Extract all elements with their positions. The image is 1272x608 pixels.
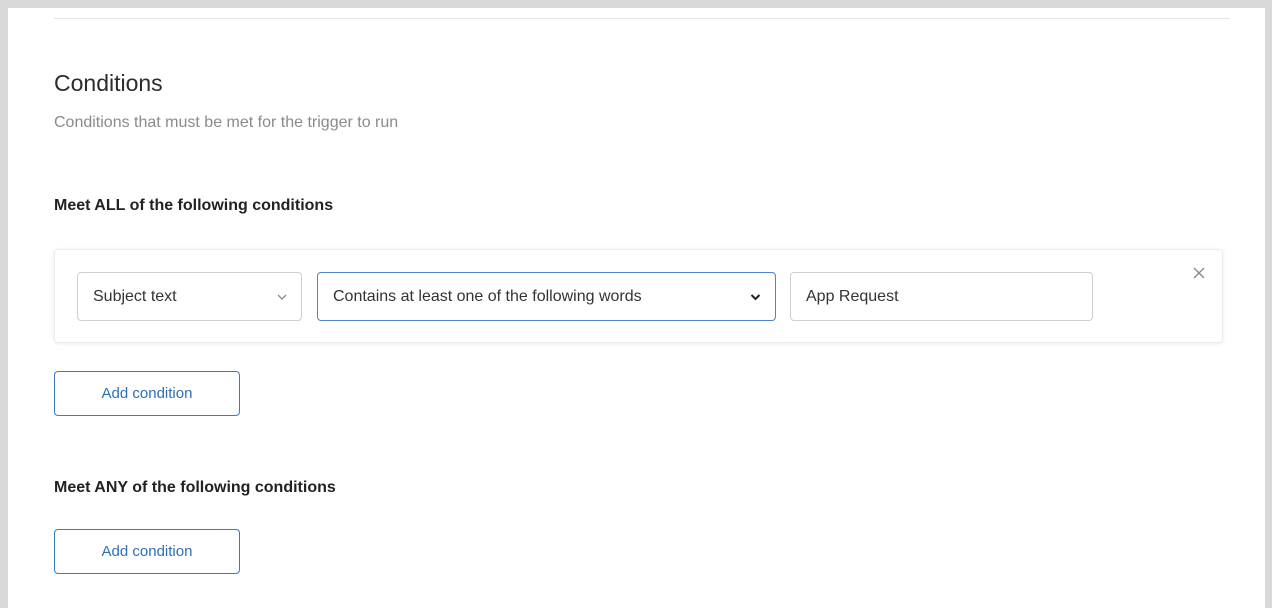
chevron-down-icon (750, 293, 761, 300)
add-all-condition-button[interactable]: Add condition (54, 371, 240, 416)
conditions-panel: Conditions Conditions that must be met f… (8, 8, 1265, 608)
section-subtitle: Conditions that must be met for the trig… (54, 114, 399, 131)
add-any-condition-button[interactable]: Add condition (54, 529, 240, 574)
condition-operator-select[interactable]: Contains at least one of the following w… (317, 272, 776, 321)
section-title: Conditions (54, 70, 163, 96)
close-icon[interactable] (1190, 264, 1208, 282)
condition-field-select[interactable]: Subject text (77, 272, 302, 321)
all-conditions-heading: Meet ALL of the following conditions (54, 197, 334, 214)
any-conditions-heading: Meet ANY of the following conditions (54, 479, 336, 496)
divider (54, 18, 1230, 19)
condition-value-input[interactable] (790, 272, 1093, 321)
condition-row: Subject text Contains at least one of th… (54, 249, 1223, 343)
condition-operator-value: Contains at least one of the following w… (333, 287, 642, 305)
condition-field-value: Subject text (93, 287, 177, 305)
chevron-down-icon (277, 294, 287, 300)
